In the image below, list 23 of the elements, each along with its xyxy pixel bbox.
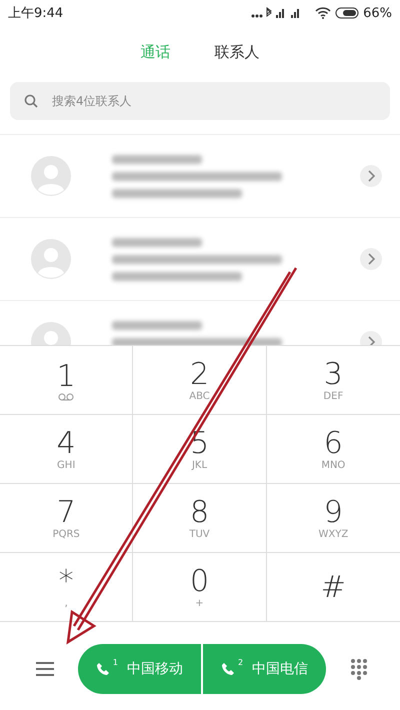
tab[interactable]: 联系人: [212, 38, 262, 66]
dial-key[interactable]: 4 GHI: [0, 415, 134, 484]
search-field[interactable]: 搜索4位联系人: [10, 82, 390, 120]
dial-key[interactable]: * ,: [0, 553, 134, 622]
wifi-icon: [315, 7, 332, 19]
dial-key[interactable]: 2 ABC: [133, 346, 267, 415]
avatar-icon: [30, 155, 72, 197]
battery-icon: [335, 7, 360, 19]
dial-key[interactable]: 8 TUV: [133, 484, 267, 553]
battery-level: 66%: [363, 6, 392, 20]
voicemail-icon: [58, 392, 74, 400]
status-time: 上午9:44: [8, 5, 64, 22]
dial-key[interactable]: 1: [0, 346, 134, 415]
search-icon: [24, 94, 38, 108]
phone-icon: [221, 662, 235, 676]
avatar-icon: [30, 238, 72, 280]
dialpad-icon[interactable]: [350, 658, 368, 680]
menu-icon[interactable]: [36, 662, 54, 676]
chevron-icon[interactable]: [360, 165, 382, 187]
chevron-icon[interactable]: [360, 248, 382, 270]
dial-key[interactable]: 7 PQRS: [0, 484, 134, 553]
dial-key[interactable]: 0 +: [133, 553, 267, 622]
phone-icon: [96, 662, 110, 676]
